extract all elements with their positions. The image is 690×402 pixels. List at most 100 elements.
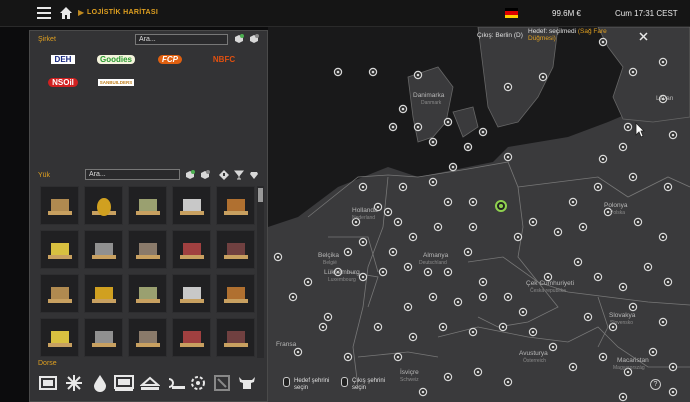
select-all-icon[interactable] [234,34,244,44]
city-marker[interactable] [318,322,328,332]
city-marker[interactable] [323,312,333,322]
city-marker[interactable] [648,347,658,357]
city-marker[interactable] [413,122,423,132]
city-marker[interactable] [468,222,478,232]
city-marker[interactable] [658,57,668,67]
city-marker[interactable] [463,142,473,152]
city-marker[interactable] [628,172,638,182]
cargo-item[interactable] [216,318,255,357]
cargo-item[interactable] [128,230,167,269]
city-marker[interactable] [368,67,378,77]
city-marker[interactable] [503,152,513,162]
city-marker[interactable] [453,297,463,307]
city-marker[interactable] [358,182,368,192]
city-marker[interactable] [423,267,433,277]
city-marker[interactable] [273,252,283,262]
city-marker[interactable] [393,352,403,362]
city-marker[interactable] [438,322,448,332]
city-marker[interactable] [378,267,388,277]
cargo-item[interactable] [40,186,79,225]
city-marker[interactable] [668,130,678,140]
company-logo-deh[interactable]: DEH [39,50,87,68]
cargo-item[interactable] [128,274,167,313]
flatbed-icon[interactable] [140,373,160,393]
city-marker[interactable] [503,82,513,92]
map-view[interactable]: Danimarka Danmark Hollanda Nederland Bel… [268,27,690,402]
city-marker[interactable] [628,302,638,312]
city-marker[interactable] [583,312,593,322]
city-marker[interactable] [288,292,298,302]
cargo-item[interactable] [128,318,167,357]
hazard-filter-icon[interactable] [219,170,229,180]
city-marker[interactable] [568,362,578,372]
city-marker[interactable] [428,137,438,147]
city-marker[interactable] [403,302,413,312]
cargo-item[interactable] [84,186,123,225]
city-marker[interactable] [593,272,603,282]
city-marker[interactable] [468,327,478,337]
company-logo-nbfc[interactable]: NBFC [200,50,248,68]
city-marker[interactable] [358,272,368,282]
liquid-filter-icon[interactable] [234,170,244,180]
livestock-icon[interactable] [237,373,257,393]
city-marker[interactable] [623,122,633,132]
origin-city-marker[interactable] [495,200,507,212]
deselect-all-icon[interactable] [249,34,259,44]
help-icon[interactable]: ? [650,379,661,390]
city-marker[interactable] [658,317,668,327]
city-marker[interactable] [573,257,583,267]
city-marker[interactable] [668,387,678,397]
city-marker[interactable] [528,217,538,227]
city-marker[interactable] [393,217,403,227]
cargo-item[interactable] [84,274,123,313]
city-marker[interactable] [553,227,563,237]
city-marker[interactable] [428,292,438,302]
city-marker[interactable] [598,154,608,164]
city-marker[interactable] [468,197,478,207]
city-marker[interactable] [463,247,473,257]
city-marker[interactable] [578,222,588,232]
city-marker[interactable] [548,342,558,352]
hazmat-icon[interactable] [188,373,208,393]
city-marker[interactable] [388,122,398,132]
city-marker[interactable] [503,292,513,302]
city-marker[interactable] [303,277,313,287]
city-marker[interactable] [358,237,368,247]
city-marker[interactable] [333,67,343,77]
cargo-item[interactable] [216,186,255,225]
menu-icon[interactable] [37,7,51,19]
cargo-scrollbar[interactable] [257,186,264,358]
city-marker[interactable] [593,182,603,192]
city-marker[interactable] [478,292,488,302]
cargo-item[interactable] [84,318,123,357]
city-marker[interactable] [408,332,418,342]
city-marker[interactable] [448,162,458,172]
city-marker[interactable] [343,247,353,257]
valuable-filter-icon[interactable] [249,170,259,180]
cargo-deselect-all-icon[interactable] [200,170,210,180]
city-marker[interactable] [618,392,628,402]
city-marker[interactable] [643,262,653,272]
city-marker[interactable] [373,322,383,332]
curtain-side-icon[interactable] [114,373,134,393]
city-marker[interactable] [478,127,488,137]
city-marker[interactable] [538,72,548,82]
company-logo-sanbuilders[interactable]: SANBUILDERS [92,73,140,91]
cargo-search-input[interactable]: Ara... [85,169,180,180]
container-icon[interactable] [212,373,232,393]
city-marker[interactable] [443,267,453,277]
cargo-item[interactable] [216,230,255,269]
city-marker[interactable] [663,182,673,192]
city-marker[interactable] [518,307,528,317]
cargo-item[interactable] [40,274,79,313]
cargo-item[interactable] [40,318,79,357]
dry-van-icon[interactable] [38,373,58,393]
city-marker[interactable] [668,362,678,372]
city-marker[interactable] [633,217,643,227]
city-marker[interactable] [503,377,513,387]
city-marker[interactable] [628,67,638,77]
city-marker[interactable] [528,327,538,337]
company-logo-fcp[interactable]: FCP [146,50,194,68]
city-marker[interactable] [658,232,668,242]
refrigerated-icon[interactable] [64,373,84,393]
